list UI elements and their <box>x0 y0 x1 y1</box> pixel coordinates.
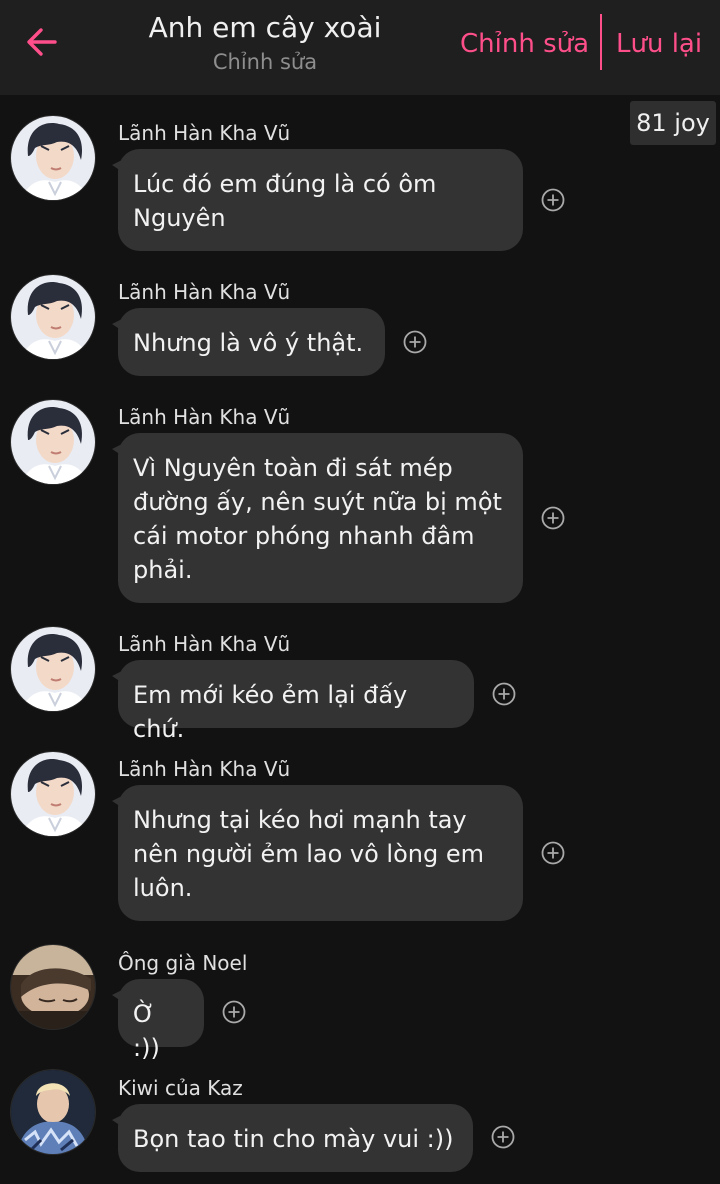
message-bubble[interactable]: Bọn tao tin cho mày vui :)) <box>112 1104 473 1172</box>
sender-name: Lãnh Hàn Kha Vũ <box>118 280 291 304</box>
add-reaction-icon[interactable] <box>403 330 427 354</box>
add-reaction-icon[interactable] <box>491 1125 515 1149</box>
arrow-left-icon <box>27 28 57 56</box>
add-reaction-icon[interactable] <box>541 506 565 530</box>
add-reaction-icon[interactable] <box>222 1000 246 1024</box>
message-bubble[interactable]: Vì Nguyên toàn đi sát mép đường ấy, nên … <box>112 433 523 603</box>
header-divider <box>600 14 602 70</box>
message-bubble[interactable]: Nhưng tại kéo hơi mạnh tay nên người ẻm … <box>112 785 523 921</box>
title-block: Anh em cây xoài Chỉnh sửa <box>120 8 410 76</box>
add-reaction-icon[interactable] <box>492 682 516 706</box>
chat-subtitle: Chỉnh sửa <box>212 50 318 74</box>
avatar[interactable] <box>10 751 96 837</box>
avatar[interactable] <box>10 274 96 360</box>
message-bubble[interactable]: Nhưng là vô ý thật. <box>112 308 385 376</box>
sender-name: Kiwi của Kaz <box>118 1076 243 1100</box>
message-bubble[interactable]: Em mới kéo ẻm lại đấy chứ. <box>112 660 474 743</box>
avatar[interactable] <box>10 626 96 712</box>
avatar[interactable] <box>10 115 96 201</box>
avatar[interactable] <box>10 399 96 485</box>
add-reaction-icon[interactable] <box>541 841 565 865</box>
add-reaction-icon[interactable] <box>541 188 565 212</box>
avatar[interactable] <box>10 944 96 1030</box>
sender-name: Lãnh Hàn Kha Vũ <box>118 757 291 781</box>
sender-name: Lãnh Hàn Kha Vũ <box>118 632 291 656</box>
sender-name: Lãnh Hàn Kha Vũ <box>118 121 291 145</box>
sender-name: Lãnh Hàn Kha Vũ <box>118 405 291 429</box>
save-button[interactable]: Lưu lại <box>616 24 702 64</box>
sender-name: Ông già Noel <box>118 951 248 975</box>
back-button[interactable] <box>22 22 62 62</box>
chat-title: Anh em cây xoài <box>148 11 382 44</box>
avatar[interactable] <box>10 1069 96 1155</box>
edit-button[interactable]: Chỉnh sửa <box>460 24 589 64</box>
top-bar: Anh em cây xoài Chỉnh sửa Chỉnh sửa Lưu … <box>0 0 720 95</box>
message-bubble[interactable]: Lúc đó em đúng là có ôm Nguyên <box>112 149 523 251</box>
joy-badge: 81 joy <box>630 101 716 145</box>
message-bubble[interactable]: Ờ :)) <box>112 979 204 1062</box>
